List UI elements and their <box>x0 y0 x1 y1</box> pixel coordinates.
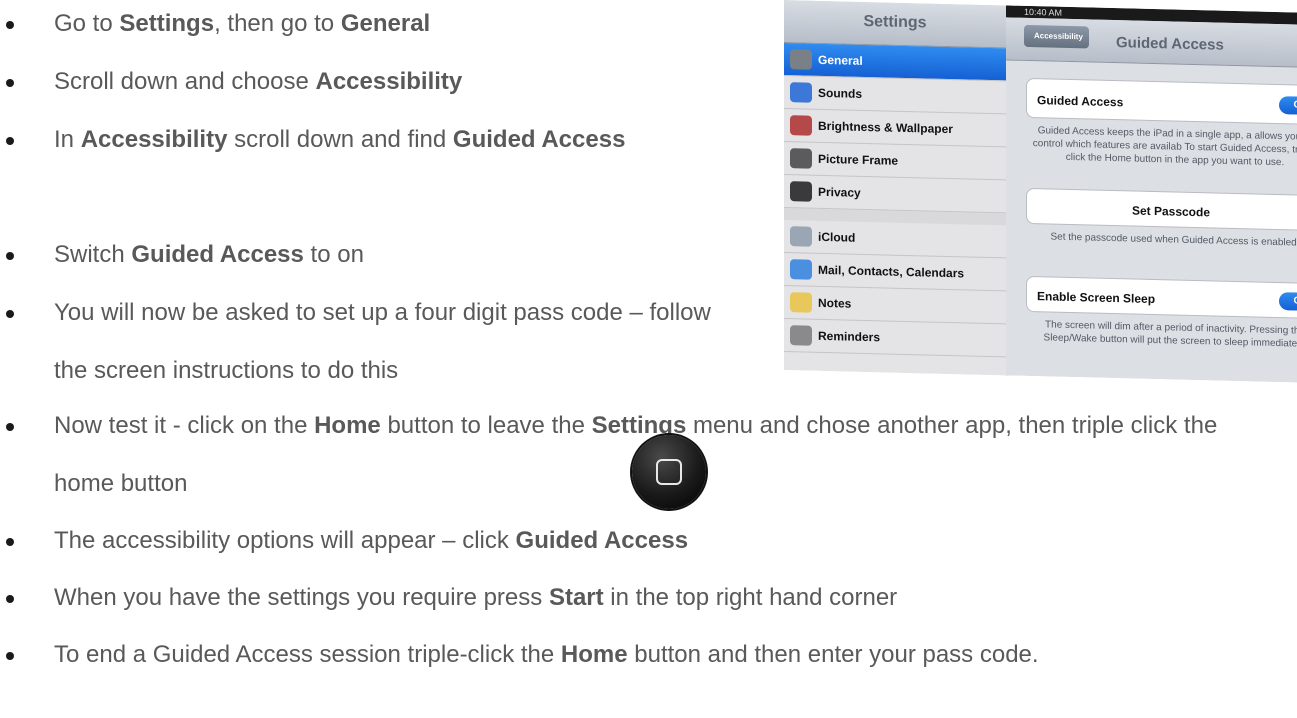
bold-term: Accessibility <box>315 68 463 95</box>
ipad-settings-screenshot: Settings General Sounds Brightness & Wallp… <box>784 0 1297 383</box>
bold-term: Home <box>314 412 381 439</box>
bullet-dot <box>6 252 14 260</box>
sidebar-item-label: Mail, Contacts, Calendars <box>818 262 965 281</box>
bold-term: Guided Access <box>452 126 626 153</box>
bullet-dot <box>6 79 14 87</box>
instruction-text: Switch Guided Access to on <box>54 237 754 273</box>
hand-icon <box>790 181 812 202</box>
bold-term: Accessibility <box>80 126 228 153</box>
text-run: Go to <box>54 10 120 37</box>
sidebar-item-notes[interactable]: Notes <box>784 286 1006 325</box>
bold-term: Guided Access <box>131 241 304 268</box>
nav-title: Guided Access <box>1116 34 1224 54</box>
cloud-icon <box>790 226 812 247</box>
gear-icon <box>790 49 812 70</box>
home-button-icon <box>632 435 706 509</box>
instruction-text: In Accessibility scroll down and find Gu… <box>54 111 754 169</box>
sidebar-item-general[interactable]: General <box>784 43 1006 82</box>
guided-access-panel: 10:40 AM Accessibility Guided Access osx… <box>1006 5 1297 383</box>
picture-frame-icon <box>790 148 812 169</box>
bullet-dot <box>6 423 14 431</box>
sidebar-header: Settings <box>784 0 1006 49</box>
instruction-text: To end a Guided Access session triple-cl… <box>54 626 1279 684</box>
sidebar-item-mail-contacts-calendars[interactable]: Mail, Contacts, Calendars <box>784 253 1006 292</box>
sidebar-item-label: Sounds <box>818 85 862 101</box>
text-run: You will now be asked to set up a four d… <box>54 299 711 384</box>
text-run: In <box>54 126 81 153</box>
instruction-text: Go to Settings, then go to General <box>54 6 754 42</box>
instruction-text: You will now be asked to set up a four d… <box>54 284 744 400</box>
sidebar-item-label: iCloud <box>818 229 856 245</box>
instruction-text: Scroll down and choose Accessibility <box>54 64 754 100</box>
speaker-icon <box>790 82 812 103</box>
bullet-dot <box>6 137 14 145</box>
bold-term: Settings <box>119 10 215 37</box>
sidebar-item-label: Brightness & Wallpaper <box>818 118 953 137</box>
text-run: button and then enter your pass code. <box>627 641 1039 668</box>
screen-sleep-row[interactable]: Enable Screen Sleep ON <box>1026 275 1297 320</box>
guided-access-row[interactable]: Guided Access ON <box>1026 77 1297 126</box>
bullet-dot <box>6 595 14 603</box>
text-run: to on <box>303 241 364 268</box>
guided-access-label: Guided Access <box>1037 93 1124 110</box>
guided-access-toggle[interactable]: ON <box>1279 96 1297 116</box>
bullet-dot <box>6 310 14 318</box>
text-run: , then go to <box>214 10 341 37</box>
nav-bar: Accessibility Guided Access <box>1006 17 1297 68</box>
instruction-text: The accessibility options will appear – … <box>54 523 1279 559</box>
guided-access-description: Guided Access keeps the iPad in a single… <box>1032 125 1297 169</box>
sidebar-item-reminders[interactable]: Reminders <box>784 319 1006 358</box>
bullet-dot <box>6 652 14 660</box>
home-square-icon <box>656 459 682 485</box>
sidebar-item-label: Privacy <box>818 184 861 200</box>
screen-sleep-description: The screen will dim after a period of in… <box>1043 319 1297 350</box>
sidebar-item-label: Notes <box>818 295 852 311</box>
text-run: When you have the settings you require p… <box>54 584 549 611</box>
sidebar-item-sounds[interactable]: Sounds <box>784 76 1006 115</box>
settings-sidebar: Settings General Sounds Brightness & Wallp… <box>784 0 1008 376</box>
sidebar-title: Settings <box>863 12 927 32</box>
text-run: The accessibility options will appear – … <box>54 527 516 554</box>
sidebar-item-privacy[interactable]: Privacy <box>784 175 1006 214</box>
sidebar-item-label: Reminders <box>818 328 881 345</box>
set-passcode-label: Set Passcode <box>1131 203 1211 220</box>
bullet-dot <box>6 538 14 546</box>
bold-term: Home <box>560 641 628 668</box>
set-passcode-row[interactable]: Set Passcode <box>1026 187 1297 232</box>
screen-sleep-label: Enable Screen Sleep <box>1037 289 1156 307</box>
bullet-dot <box>6 21 14 29</box>
reminders-icon <box>790 325 812 346</box>
sidebar-item-picture-frame[interactable]: Picture Frame <box>784 142 1006 181</box>
notes-icon <box>790 292 812 313</box>
text-run: Scroll down and choose <box>54 68 316 95</box>
bold-term: General <box>340 10 431 37</box>
sidebar-item-label: Picture Frame <box>818 151 899 168</box>
text-run: button to leave the <box>380 412 592 439</box>
screen-sleep-toggle[interactable]: ON <box>1279 292 1297 312</box>
sidebar-item-icloud[interactable]: iCloud <box>784 220 1006 259</box>
flower-icon <box>790 115 812 136</box>
back-button[interactable]: Accessibility <box>1024 24 1089 49</box>
text-run: Now test it - click on the <box>54 412 315 439</box>
text-run: in the top right hand corner <box>603 584 898 611</box>
instruction-text: When you have the settings you require p… <box>54 580 1279 616</box>
set-passcode-description: Set the passcode used when Guided Access… <box>1050 231 1297 249</box>
text-run: Switch <box>54 241 132 268</box>
sidebar-item-brightness-wallpaper[interactable]: Brightness & Wallpaper <box>784 109 1006 148</box>
bold-term: Guided Access <box>515 527 689 554</box>
text-run: To end a Guided Access session triple-cl… <box>54 641 561 668</box>
sidebar-item-label: General <box>818 52 863 68</box>
bold-term: Start <box>548 584 604 611</box>
text-run: scroll down and find <box>227 126 453 153</box>
mail-icon <box>790 259 812 280</box>
status-time: 10:40 AM <box>1024 6 1063 18</box>
